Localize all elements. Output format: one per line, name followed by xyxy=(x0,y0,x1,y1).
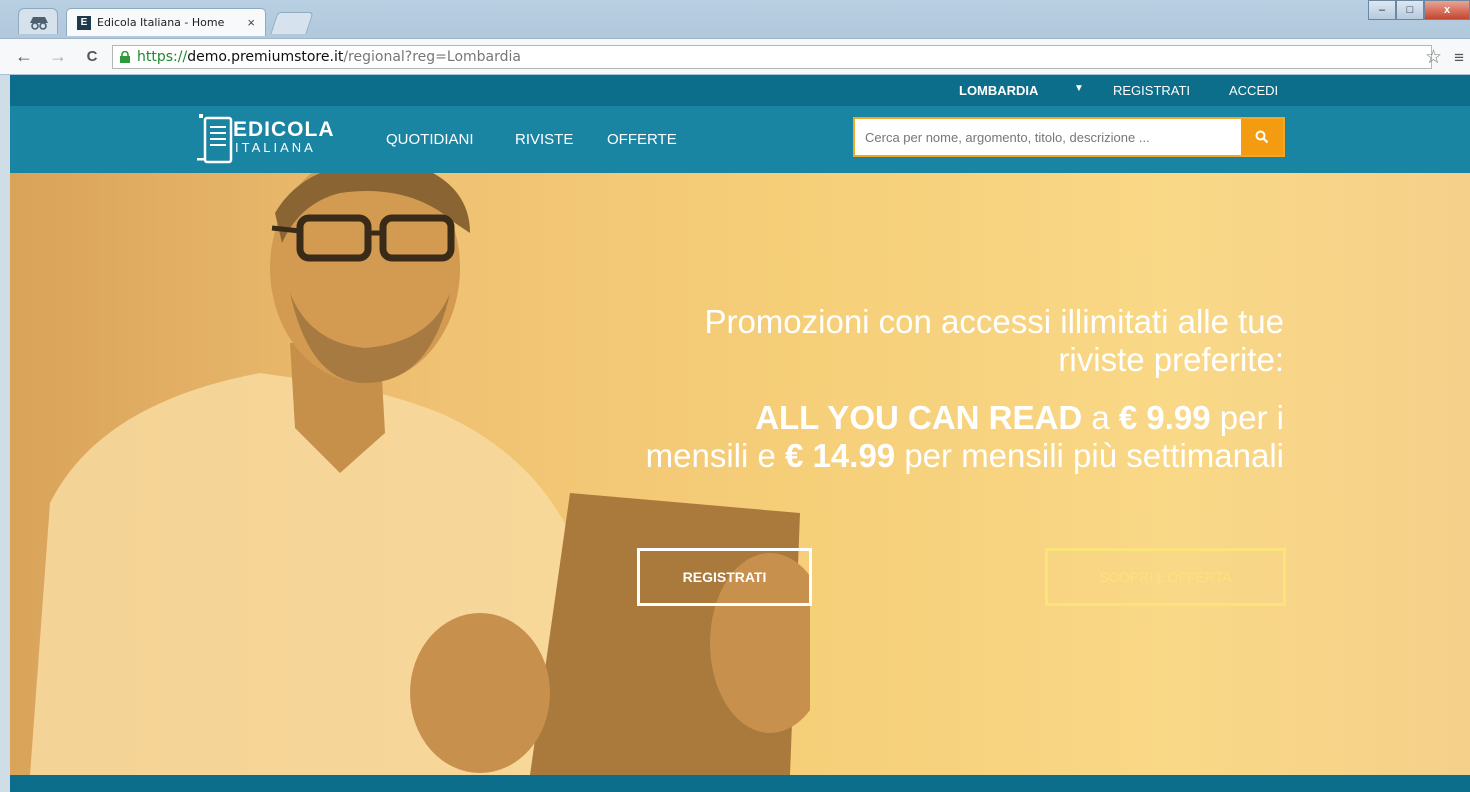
main-navbar: EDICOLA ITALIANA QUOTIDIANI RIVISTE OFFE… xyxy=(10,106,1470,173)
close-window-button[interactable]: x xyxy=(1424,0,1470,20)
address-bar[interactable]: https://demo.premiumstore.it/regional?re… xyxy=(112,45,1432,69)
section-divider-bar xyxy=(10,775,1470,792)
logo-text: EDICOLA ITALIANA xyxy=(233,112,335,166)
chevron-down-icon[interactable]: ▼ xyxy=(1074,83,1084,94)
lock-icon xyxy=(120,51,130,63)
offer-price-monthly: € 9.99 xyxy=(1118,399,1211,436)
forward-button[interactable]: → xyxy=(48,46,68,67)
nav-riviste[interactable]: RIVISTE xyxy=(515,131,573,148)
back-button[interactable]: ← xyxy=(14,46,34,67)
search-button[interactable] xyxy=(1241,119,1283,155)
browser-menu-icon[interactable]: ≡ xyxy=(1454,48,1464,68)
window-controls: – □ x xyxy=(1368,0,1470,20)
login-link[interactable]: ACCEDI xyxy=(1229,83,1278,98)
offer-text-1: a xyxy=(1082,399,1119,436)
hero-register-button[interactable]: REGISTRATI xyxy=(637,548,812,606)
nav-quotidiani[interactable]: QUOTIDIANI xyxy=(386,131,474,148)
favicon-icon: E xyxy=(77,15,91,30)
search-input[interactable] xyxy=(855,119,1241,155)
bookmark-star-icon[interactable]: ☆ xyxy=(1425,46,1442,69)
maximize-button[interactable]: □ xyxy=(1396,0,1424,20)
offer-text-3: per mensili più settimanali xyxy=(895,437,1284,474)
new-tab-button[interactable] xyxy=(270,12,314,34)
region-selector[interactable]: LOMBARDIA xyxy=(959,83,1038,98)
website: LOMBARDIA ▼ REGISTRATI ACCEDI EDICOLA IT… xyxy=(10,75,1470,792)
hero-offer-text: ALL YOU CAN READ a € 9.99 per i mensili … xyxy=(644,399,1284,475)
discover-offer-button[interactable]: SCOPRI L'OFFERTA xyxy=(1045,548,1286,606)
top-utility-bar: LOMBARDIA ▼ REGISTRATI ACCEDI xyxy=(10,75,1470,106)
browser-toolbar: ← → C https://demo.premiumstore.it/regio… xyxy=(0,38,1470,74)
logo-tablet-icon xyxy=(197,114,233,164)
tab-close-icon[interactable]: × xyxy=(247,15,255,30)
site-logo[interactable]: EDICOLA ITALIANA xyxy=(197,112,335,166)
search-icon xyxy=(1255,130,1269,144)
offer-price-weekly: € 14.99 xyxy=(785,437,896,474)
browser-tab[interactable]: E Edicola Italiana - Home × xyxy=(66,8,266,36)
browser-chrome: E Edicola Italiana - Home × – □ x ← → C … xyxy=(0,0,1470,75)
url-host: demo.premiumstore.it xyxy=(187,49,344,65)
incognito-icon xyxy=(18,8,58,34)
offer-all-you-can-read: ALL YOU CAN READ xyxy=(755,399,1083,436)
logo-line-2: ITALIANA xyxy=(235,140,316,155)
logo-line-1: EDICOLA xyxy=(233,118,335,141)
url-scheme: https:// xyxy=(137,49,188,65)
nav-offerte[interactable]: OFFERTE xyxy=(607,131,677,148)
hero-headline: Promozioni con accessi illimitati alle t… xyxy=(704,303,1284,378)
reload-button[interactable]: C xyxy=(82,48,102,65)
search-box xyxy=(853,117,1285,157)
register-link[interactable]: REGISTRATI xyxy=(1113,83,1190,98)
url-path: /regional?reg=Lombardia xyxy=(343,49,521,65)
minimize-button[interactable]: – xyxy=(1368,0,1396,20)
tab-title: Edicola Italiana - Home xyxy=(97,16,225,29)
hero-banner: Promozioni con accessi illimitati alle t… xyxy=(10,173,1470,775)
